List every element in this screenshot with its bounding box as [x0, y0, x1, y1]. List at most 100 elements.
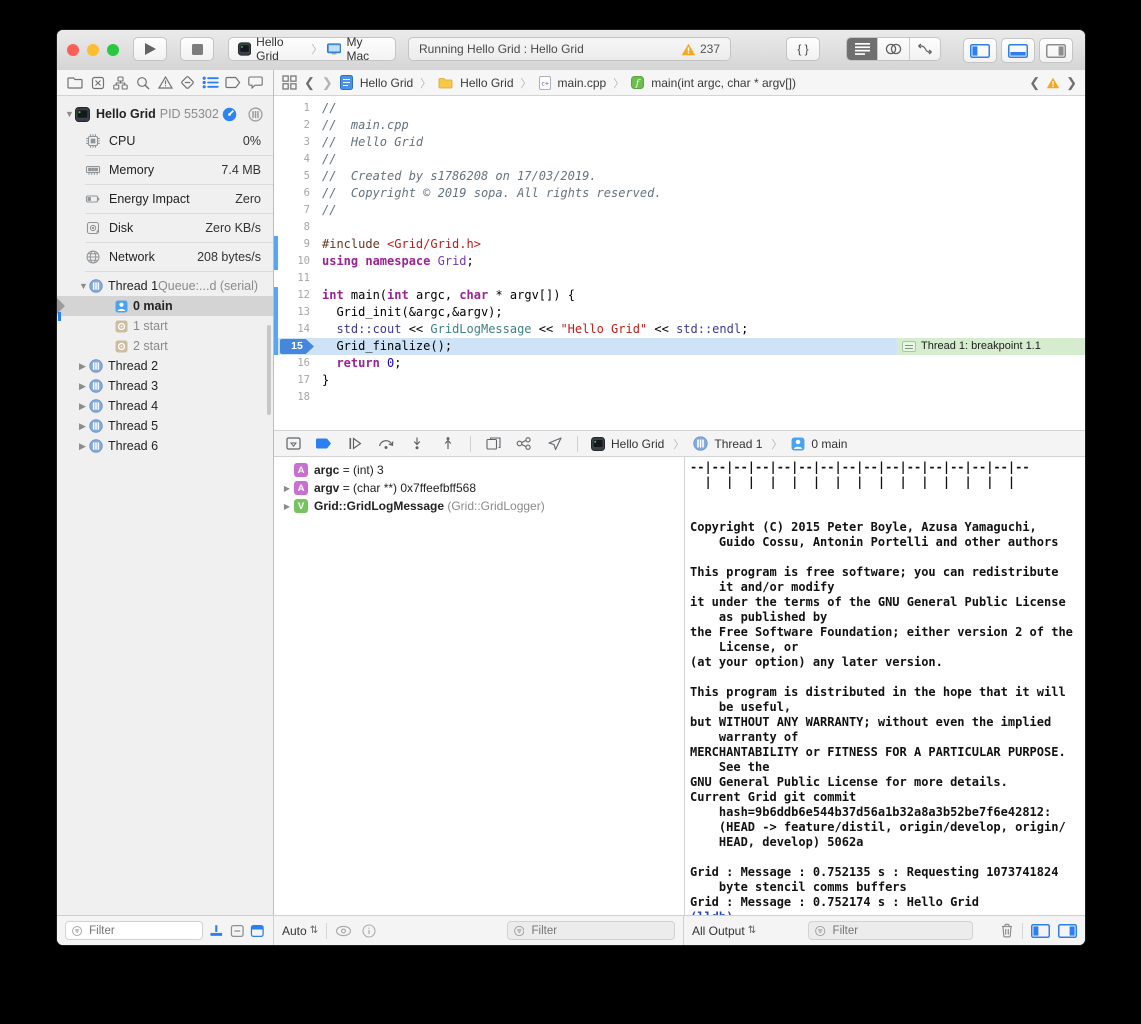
line-number[interactable]: 12	[278, 287, 310, 304]
symbol-navigator-icon[interactable]	[110, 74, 130, 92]
line-number[interactable]: 7	[278, 202, 310, 219]
step-out-button[interactable]	[439, 435, 457, 453]
disclosure-triangle-icon[interactable]: ▶	[282, 484, 292, 493]
disclosure-triangle-icon[interactable]: ▶	[79, 421, 89, 432]
assistant-editor-button[interactable]	[877, 38, 908, 60]
line-number[interactable]: 11	[278, 270, 310, 287]
line-number[interactable]: 4	[278, 151, 310, 168]
toggle-debug-area-button[interactable]	[1001, 38, 1035, 63]
code-line-5[interactable]: 5// Created by s1786208 on 17/03/2019.	[274, 168, 1085, 185]
previous-issue-button[interactable]: ❮	[1029, 75, 1040, 91]
code-line-14[interactable]: 14 std::cout << GridLogMessage << "Hello…	[274, 321, 1085, 338]
go-back-button[interactable]: ❮	[304, 75, 315, 91]
code-line-4[interactable]: 4//	[274, 151, 1085, 168]
variables-scope-popup[interactable]: Auto ⇅	[282, 924, 318, 938]
scheme-selector[interactable]: Hello Grid 〉 My Mac	[228, 37, 396, 61]
code-line-1[interactable]: 1//	[274, 100, 1085, 117]
thread-row[interactable]: ▶Thread 3	[57, 376, 273, 396]
thread-row[interactable]: ▶Thread 2	[57, 356, 273, 376]
gauge-row-energy-impact[interactable]: Energy ImpactZero	[57, 184, 273, 213]
variable-row[interactable]: ▶Aargv = (char **) 0x7ffeefbff568	[274, 479, 684, 497]
project-navigator-icon[interactable]	[65, 74, 85, 92]
stack-frame-row[interactable]: 1 start	[57, 316, 273, 336]
code-line-12[interactable]: 12int main(int argc, char * argv[]) {	[274, 287, 1085, 304]
line-number[interactable]: 3	[278, 134, 310, 151]
thread-row[interactable]: ▶Thread 5	[57, 416, 273, 436]
disclosure-triangle-icon[interactable]: ▶	[79, 401, 89, 412]
crumb-symbol[interactable]: main(int argc, char * argv[])	[651, 76, 796, 90]
line-number[interactable]: 13	[278, 304, 310, 321]
console-scope-popup[interactable]: All Output ⇅	[692, 924, 756, 938]
debug-navigator-icon[interactable]	[200, 74, 220, 92]
disclosure-triangle-icon[interactable]: ▶	[79, 441, 89, 452]
variable-row[interactable]: ▶VGrid::GridLogMessage (Grid::GridLogger…	[274, 497, 684, 515]
show-running-processes-icon[interactable]	[209, 924, 224, 938]
line-number[interactable]: 10	[278, 253, 310, 270]
line-number[interactable]: 8	[278, 219, 310, 236]
stack-frame-row[interactable]: 2 start	[57, 336, 273, 356]
memory-graph-button[interactable]	[515, 435, 533, 453]
variables-filter-input[interactable]	[529, 924, 668, 938]
code-line-9[interactable]: 9#include <Grid/Grid.h>	[274, 236, 1085, 253]
report-navigator-icon[interactable]	[245, 74, 265, 92]
code-line-17[interactable]: 17}	[274, 372, 1085, 389]
line-number[interactable]: 9	[278, 236, 310, 253]
toggle-inspector-panel-button[interactable]	[1039, 38, 1073, 63]
version-editor-button[interactable]	[909, 38, 940, 60]
console-filter-field[interactable]	[808, 921, 973, 940]
code-line-16[interactable]: 16 return 0;	[274, 355, 1085, 372]
print-description-button[interactable]	[362, 924, 376, 938]
variables-view[interactable]: Aargc = (int) 3▶Aargv = (char **) 0x7ffe…	[274, 457, 684, 915]
line-number[interactable]: 17	[278, 372, 310, 389]
test-navigator-icon[interactable]	[178, 74, 198, 92]
disclosure-triangle-icon[interactable]: ▶	[282, 502, 292, 511]
queue-view-toggle-button[interactable]	[248, 107, 263, 122]
line-number[interactable]: 16	[278, 355, 310, 372]
gauges-toggle-button[interactable]	[222, 107, 237, 122]
code-line-13[interactable]: 13 Grid_init(&argc,&argv);	[274, 304, 1085, 321]
breakpoint-navigator-icon[interactable]	[223, 74, 243, 92]
run-button[interactable]	[133, 37, 167, 61]
source-editor[interactable]: 1//2// main.cpp3// Hello Grid4//5// Crea…	[274, 96, 1085, 430]
stop-button[interactable]	[180, 37, 214, 61]
code-line-18[interactable]: 18	[274, 389, 1085, 406]
crumb-group[interactable]: Hello Grid	[460, 76, 513, 90]
close-window-button[interactable]	[67, 44, 79, 56]
navigator-filter-field[interactable]	[65, 921, 203, 940]
disclosure-triangle-icon[interactable]: ▶	[79, 361, 89, 372]
clear-console-button[interactable]	[1000, 923, 1014, 938]
breakpoint-annotation[interactable]: Thread 1: breakpoint 1.1	[897, 338, 1085, 355]
standard-editor-button[interactable]	[847, 37, 877, 61]
thread-row[interactable]: ▶Thread 6	[57, 436, 273, 456]
gauge-row-network[interactable]: Network208 bytes/s	[57, 242, 273, 271]
issue-navigator-icon[interactable]	[155, 74, 175, 92]
gauge-row-memory[interactable]: Memory7.4 MB	[57, 155, 273, 184]
gauge-row-cpu[interactable]: CPU0%	[57, 126, 273, 155]
code-line-2[interactable]: 2// main.cpp	[274, 117, 1085, 134]
zoom-window-button[interactable]	[107, 44, 119, 56]
related-items-icon[interactable]	[282, 75, 297, 90]
crumb-project[interactable]: Hello Grid	[360, 76, 413, 90]
code-line-11[interactable]: 11	[274, 270, 1085, 287]
quick-look-button[interactable]	[335, 925, 352, 937]
view-hierarchy-button[interactable]	[484, 435, 502, 453]
library-button[interactable]: { }	[786, 37, 820, 61]
debug-crumb-process[interactable]: Hello Grid	[611, 437, 664, 451]
toggle-navigator-panel-button[interactable]	[963, 38, 997, 63]
step-over-button[interactable]	[377, 435, 395, 453]
line-number[interactable]: 6	[278, 185, 310, 202]
process-row[interactable]: ▼ Hello Grid PID 55302	[57, 104, 273, 124]
crumb-file[interactable]: main.cpp	[558, 76, 607, 90]
debug-crumb-frame[interactable]: 0 main	[811, 437, 847, 451]
toggle-console-pane-button[interactable]	[1058, 924, 1077, 938]
line-number[interactable]: 1	[278, 100, 310, 117]
line-number[interactable]: 2	[278, 117, 310, 134]
disclosure-triangle-icon[interactable]: ▼	[65, 109, 75, 119]
next-issue-button[interactable]: ❯	[1066, 75, 1077, 91]
code-line-15[interactable]: 15 Grid_finalize();Thread 1: breakpoint …	[274, 338, 1085, 355]
step-into-button[interactable]	[408, 435, 426, 453]
navigator-filter-input[interactable]	[87, 924, 196, 938]
breakpoint-badge[interactable]: 15	[280, 339, 314, 354]
code-line-7[interactable]: 7//	[274, 202, 1085, 219]
toggle-variables-pane-button[interactable]	[1031, 924, 1050, 938]
